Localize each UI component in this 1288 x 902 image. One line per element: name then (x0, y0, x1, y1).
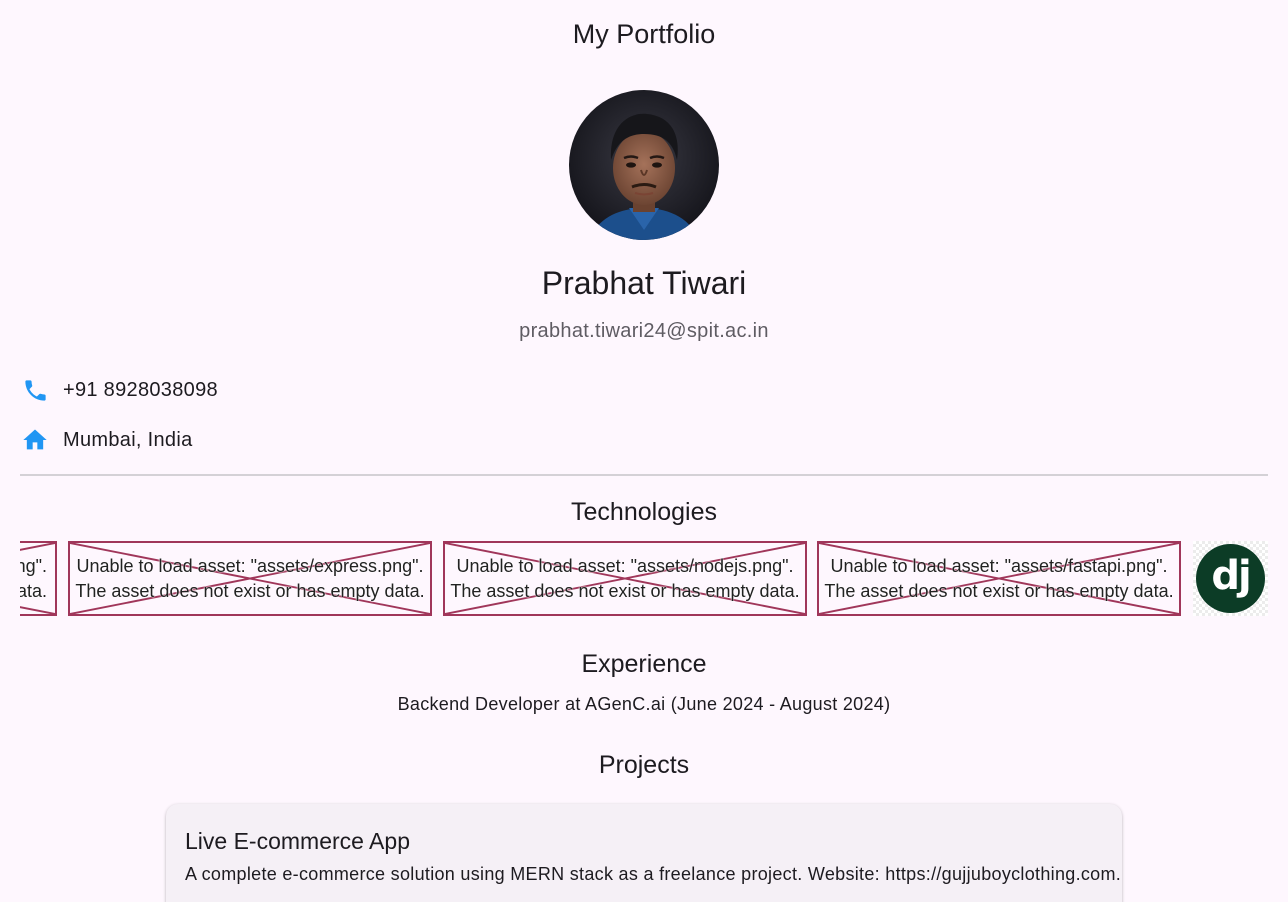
projects-heading: Projects (598, 751, 690, 779)
app-bar-title: My Portfolio (572, 19, 716, 49)
technologies-carousel[interactable]: ng". ata. Unable to load asset: "assets/… (20, 541, 1268, 616)
error-line-1: ng". (20, 555, 47, 576)
section-divider (20, 474, 1268, 476)
technologies-heading: Technologies (571, 498, 717, 526)
tech-error-message: Unable to load asset: "assets/nodejs.png… (445, 543, 805, 614)
tech-express-image: Unable to load asset: "assets/express.pn… (68, 541, 432, 616)
experience-heading: Experience (581, 650, 707, 678)
project-description: A complete e-commerce solution using MER… (185, 864, 1122, 884)
profile-email: prabhat.tiwari24@spit.ac.in (519, 320, 769, 342)
error-line-1: Unable to load asset: "assets/nodejs.png… (456, 555, 794, 576)
error-line-2: The asset does not exist or has empty da… (450, 580, 800, 601)
tech-error-message: Unable to load asset: "assets/express.pn… (70, 543, 430, 614)
django-logo-mark: dj (1196, 544, 1265, 613)
tech-error-message: ng". ata. (20, 543, 55, 614)
project-card[interactable]: Live E-commerce App A complete e-commerc… (166, 804, 1122, 902)
location-row: Mumbai, India (20, 425, 193, 455)
portfolio-page: My Portfolio Prabhat Tiwari prabhat.tiwa… (0, 0, 1288, 902)
tech-error-message: Unable to load asset: "assets/fastapi.pn… (819, 543, 1179, 614)
avatar-photo (569, 90, 719, 240)
profile-avatar (569, 90, 719, 240)
project-title: Live E-commerce App (185, 828, 410, 854)
location-text: Mumbai, India (63, 429, 193, 451)
tech-nodejs-image: Unable to load asset: "assets/nodejs.png… (443, 541, 807, 616)
django-logo: dj (1193, 541, 1268, 616)
phone-icon (20, 375, 50, 405)
experience-entry: Backend Developer at AGenC.ai (June 2024… (397, 694, 891, 714)
error-line-1: Unable to load asset: "assets/express.pn… (76, 555, 424, 576)
home-icon (20, 425, 50, 455)
tech-fastapi-image: Unable to load asset: "assets/fastapi.pn… (817, 541, 1181, 616)
error-line-2: ata. (20, 580, 47, 601)
phone-row: +91 8928038098 (20, 375, 218, 405)
phone-number: +91 8928038098 (63, 379, 218, 401)
error-line-2: The asset does not exist or has empty da… (824, 580, 1174, 601)
error-line-2: The asset does not exist or has empty da… (75, 580, 425, 601)
profile-name: Prabhat Tiwari (541, 265, 747, 301)
error-line-1: Unable to load asset: "assets/fastapi.pn… (830, 555, 1168, 576)
tech-image-error: ng". ata. (20, 541, 57, 616)
